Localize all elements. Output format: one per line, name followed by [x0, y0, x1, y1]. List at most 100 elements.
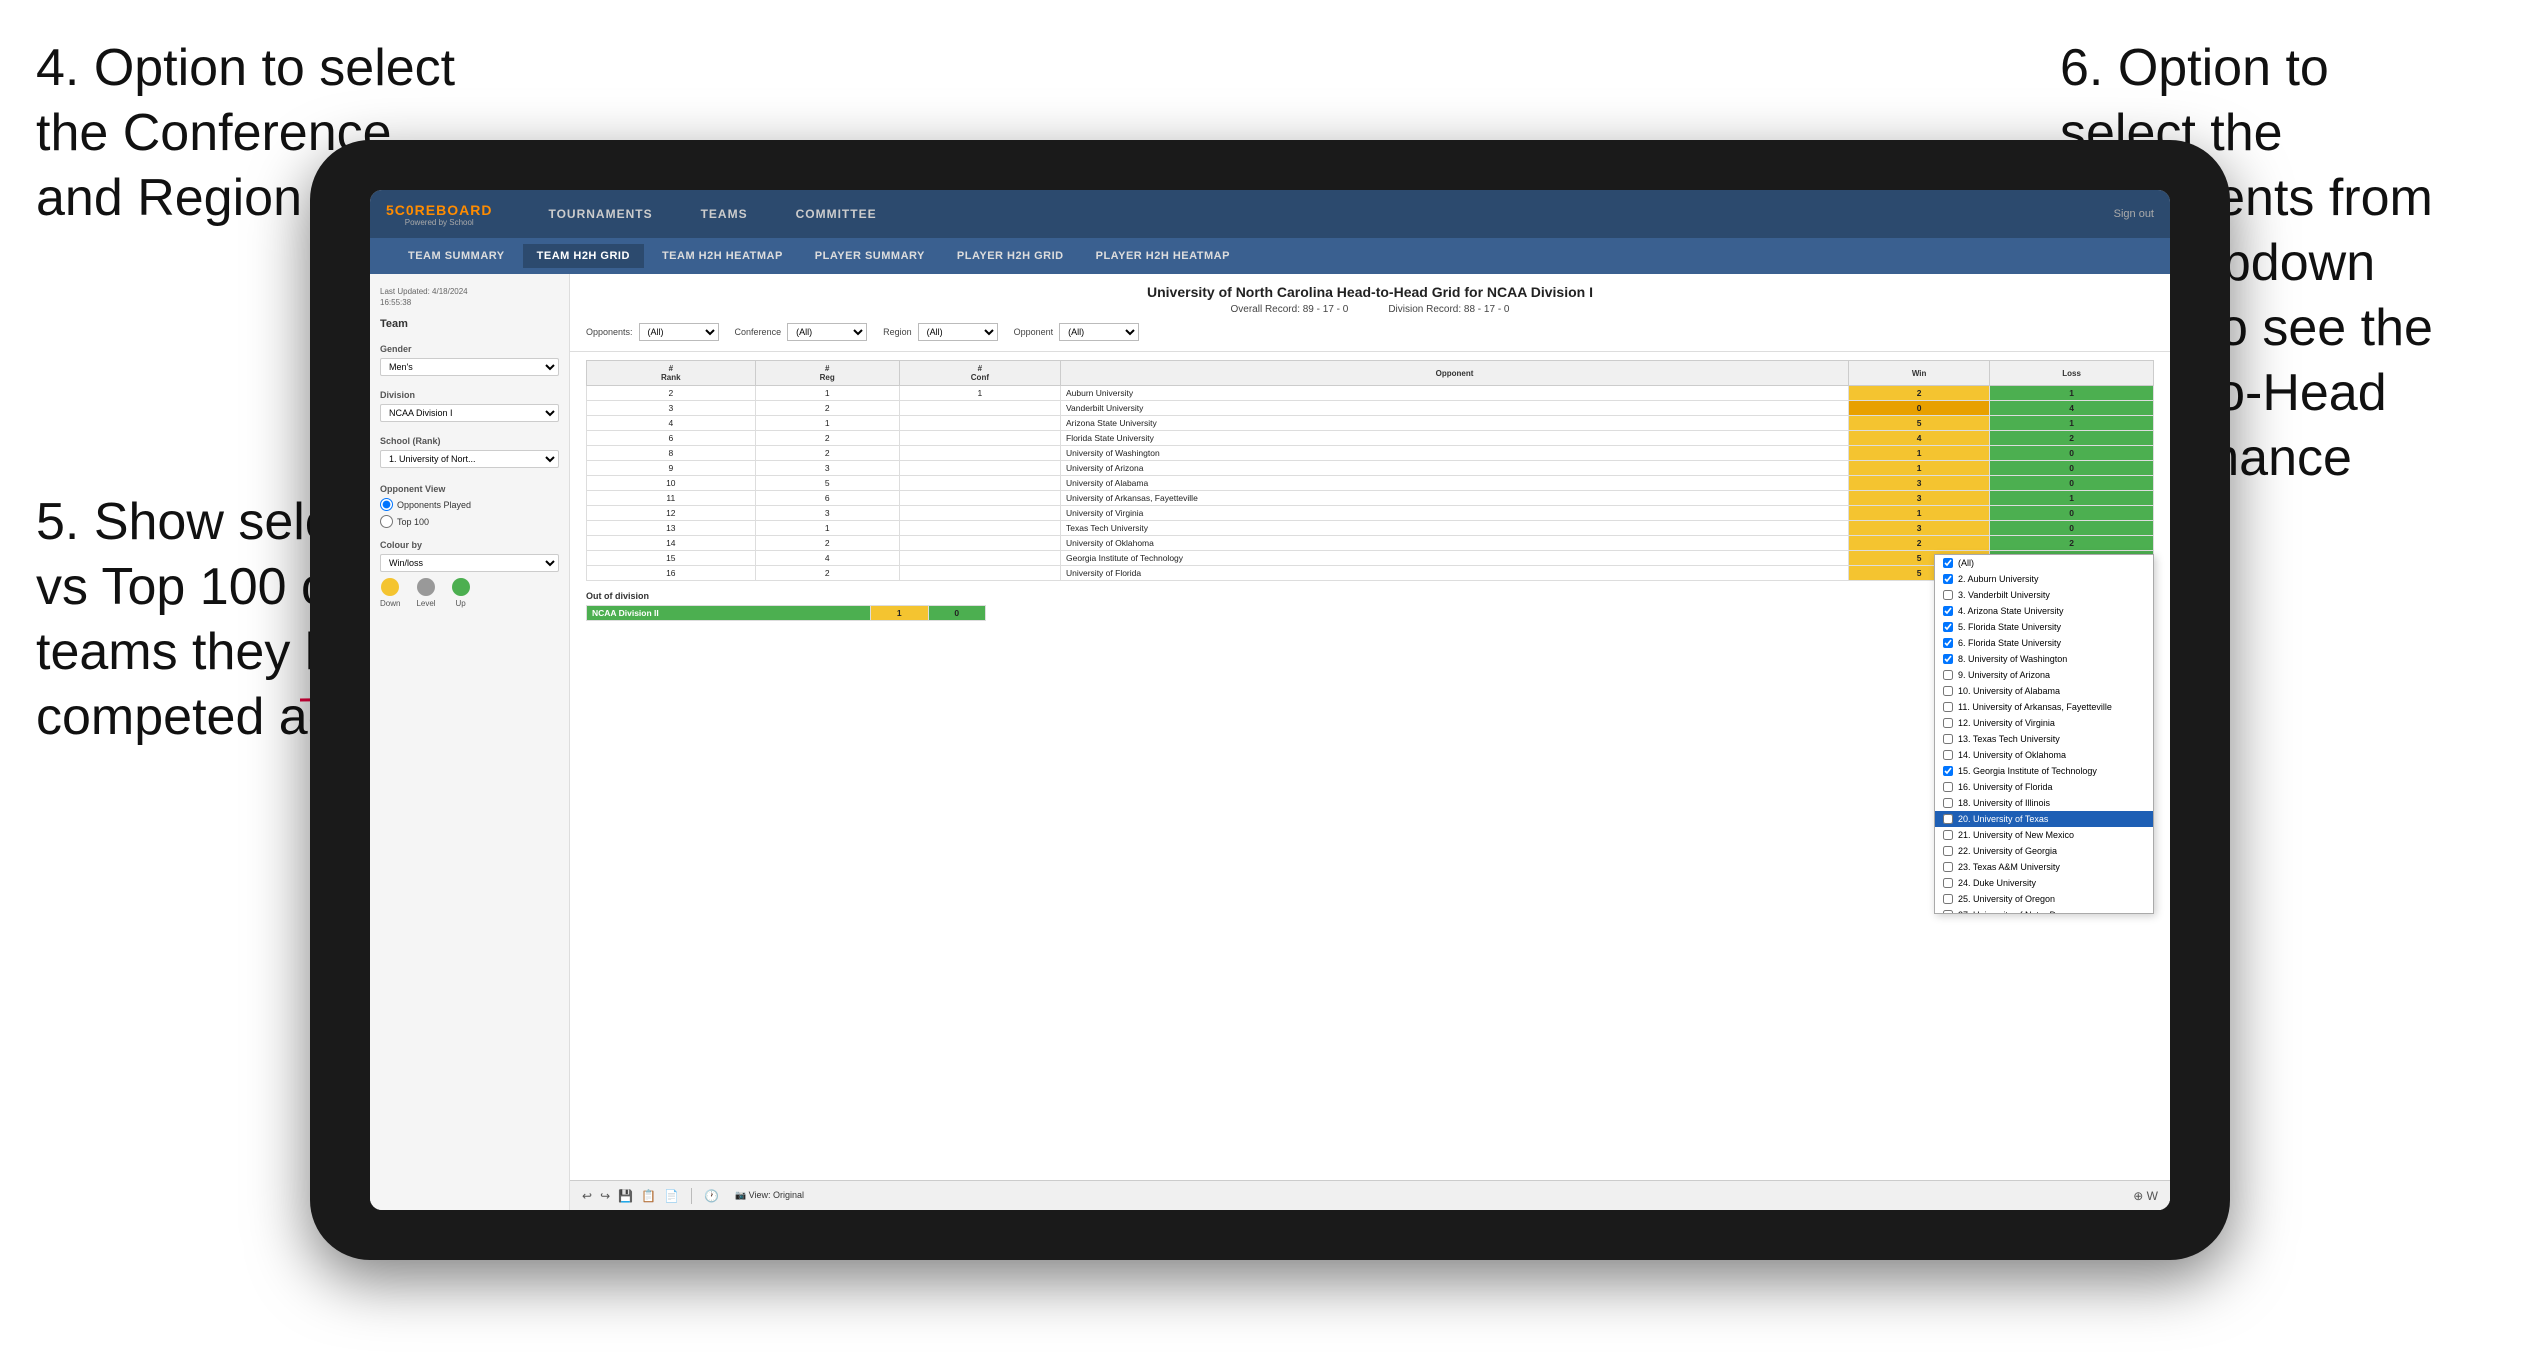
subnav-player-h2h-heatmap[interactable]: PLAYER H2H HEATMAP — [1082, 244, 1244, 268]
cell-opponent: University of Florida — [1061, 566, 1849, 581]
copy-icon[interactable]: 📋 — [641, 1189, 656, 1203]
paste-icon[interactable]: 📄 — [664, 1189, 679, 1203]
col-reg: #Reg — [755, 361, 899, 386]
cell-reg: 2 — [755, 536, 899, 551]
cell-win: 3 — [1849, 491, 1990, 506]
subnav-player-summary[interactable]: PLAYER SUMMARY — [801, 244, 939, 268]
cell-win: 3 — [1849, 476, 1990, 491]
nav-committee[interactable]: COMMITTEE — [788, 203, 885, 225]
cell-opponent: Vanderbilt University — [1061, 401, 1849, 416]
cell-rank: 2 — [587, 386, 756, 401]
region-select[interactable]: (All) — [918, 323, 998, 341]
radio-opponents-played[interactable]: Opponents Played — [380, 498, 559, 511]
dropdown-item[interactable]: 14. University of Oklahoma — [1935, 747, 2153, 763]
dropdown-item[interactable]: 11. University of Arkansas, Fayetteville — [1935, 699, 2153, 715]
cell-loss: 1 — [1990, 386, 2154, 401]
colour-select[interactable]: Win/loss — [380, 554, 559, 572]
main-content: Last Updated: 4/18/2024 16:55:38 Team Ge… — [370, 274, 2170, 1210]
dropdown-item[interactable]: 27. University of Notre Dame — [1935, 907, 2153, 914]
cell-win: 1 — [1849, 506, 1990, 521]
radio-top100[interactable]: Top 100 — [380, 515, 559, 528]
cell-reg: 2 — [755, 431, 899, 446]
cell-rank: 11 — [587, 491, 756, 506]
cell-opponent: Florida State University — [1061, 431, 1849, 446]
cell-rank: 9 — [587, 461, 756, 476]
h2h-table: #Rank #Reg #Conf Opponent Win Loss 2 1 1… — [586, 360, 2154, 581]
dropdown-item[interactable]: 22. University of Georgia — [1935, 843, 2153, 859]
dropdown-item[interactable]: 23. Texas A&M University — [1935, 859, 2153, 875]
cell-opponent: Georgia Institute of Technology — [1061, 551, 1849, 566]
school-select[interactable]: 1. University of Nort... — [380, 450, 559, 468]
dropdown-item[interactable]: 20. University of Texas — [1935, 811, 2153, 827]
gender-select[interactable]: Men's — [380, 358, 559, 376]
cell-reg: 3 — [755, 506, 899, 521]
cell-win: 3 — [1849, 521, 1990, 536]
dropdown-item[interactable]: 2. Auburn University — [1935, 571, 2153, 587]
dropdown-item[interactable]: 3. Vanderbilt University — [1935, 587, 2153, 603]
dropdown-item[interactable]: 21. University of New Mexico — [1935, 827, 2153, 843]
out-div-table: NCAA Division II 1 0 — [586, 605, 986, 621]
nav-teams[interactable]: TEAMS — [693, 203, 756, 225]
table-row: 15 4 Georgia Institute of Technology 5 0 — [587, 551, 2154, 566]
cell-loss: 0 — [1990, 476, 2154, 491]
cell-conf — [899, 401, 1060, 416]
cell-opponent: University of Alabama — [1061, 476, 1849, 491]
sidebar-gender-section: Gender Men's — [380, 344, 559, 376]
dropdown-item[interactable]: 5. Florida State University — [1935, 619, 2153, 635]
zoom-icon[interactable]: ⊕ W — [2133, 1189, 2158, 1203]
subnav-team-h2h-heatmap[interactable]: TEAM H2H HEATMAP — [648, 244, 797, 268]
sub-nav: TEAM SUMMARY TEAM H2H GRID TEAM H2H HEAT… — [370, 238, 2170, 274]
cell-reg: 5 — [755, 476, 899, 491]
dropdown-item[interactable]: 10. University of Alabama — [1935, 683, 2153, 699]
clock-icon[interactable]: 🕐 — [704, 1189, 719, 1203]
nav-signout[interactable]: Sign out — [2114, 208, 2154, 220]
cell-conf — [899, 461, 1060, 476]
conference-select[interactable]: (All) — [787, 323, 867, 341]
out-of-division-section: Out of division NCAA Division II 1 0 — [586, 591, 2154, 621]
opponent-dropdown[interactable]: (All) 2. Auburn University 3. Vanderbilt… — [1934, 554, 2154, 914]
nav-tournaments[interactable]: TOURNAMENTS — [540, 203, 660, 225]
cell-win: 0 — [1849, 401, 1990, 416]
out-div-name: NCAA Division II — [587, 606, 871, 621]
subnav-team-h2h-grid[interactable]: TEAM H2H GRID — [523, 244, 644, 268]
cell-reg: 1 — [755, 386, 899, 401]
subnav-team-summary[interactable]: TEAM SUMMARY — [394, 244, 519, 268]
save-icon[interactable]: 💾 — [618, 1189, 633, 1203]
dropdown-item[interactable]: 9. University of Arizona — [1935, 667, 2153, 683]
dropdown-item[interactable]: (All) — [1935, 555, 2153, 571]
cell-opponent: University of Washington — [1061, 446, 1849, 461]
cell-loss: 0 — [1990, 461, 2154, 476]
top-nav: 5C0REBOARD Powered by School TOURNAMENTS… — [370, 190, 2170, 238]
conference-filter: Conference (All) — [735, 323, 868, 341]
cell-opponent: Texas Tech University — [1061, 521, 1849, 536]
grid-header: University of North Carolina Head-to-Hea… — [570, 274, 2170, 352]
dropdown-item[interactable]: 16. University of Florida — [1935, 779, 2153, 795]
dropdown-item[interactable]: 12. University of Virginia — [1935, 715, 2153, 731]
dropdown-item[interactable]: 13. Texas Tech University — [1935, 731, 2153, 747]
colour-legend: Down Level Up — [380, 578, 559, 608]
undo-icon[interactable]: ↩ — [582, 1189, 592, 1203]
dropdown-item[interactable]: 18. University of Illinois — [1935, 795, 2153, 811]
opponent-select[interactable]: (All) — [1059, 323, 1139, 341]
col-opponent: Opponent — [1061, 361, 1849, 386]
cell-reg: 2 — [755, 446, 899, 461]
opponent-filter: Opponent (All) — [1014, 323, 1140, 341]
dropdown-item[interactable]: 4. Arizona State University — [1935, 603, 2153, 619]
dropdown-item[interactable]: 6. Florida State University — [1935, 635, 2153, 651]
cell-conf — [899, 506, 1060, 521]
grid-title: University of North Carolina Head-to-Hea… — [586, 284, 2154, 300]
opponents-filter: Opponents: (All) — [586, 323, 719, 341]
dropdown-item[interactable]: 15. Georgia Institute of Technology — [1935, 763, 2153, 779]
cell-loss: 1 — [1990, 491, 2154, 506]
subnav-player-h2h-grid[interactable]: PLAYER H2H GRID — [943, 244, 1078, 268]
dropdown-item[interactable]: 25. University of Oregon — [1935, 891, 2153, 907]
opponents-select[interactable]: (All) — [639, 323, 719, 341]
dropdown-item[interactable]: 24. Duke University — [1935, 875, 2153, 891]
overall-record: Overall Record: 89 - 17 - 0 — [1231, 304, 1349, 315]
cell-conf — [899, 551, 1060, 566]
dropdown-item[interactable]: 8. University of Washington — [1935, 651, 2153, 667]
division-select[interactable]: NCAA Division I — [380, 404, 559, 422]
table-row: 2 1 1 Auburn University 2 1 — [587, 386, 2154, 401]
redo-icon[interactable]: ↪ — [600, 1189, 610, 1203]
cell-win: 2 — [1849, 386, 1990, 401]
